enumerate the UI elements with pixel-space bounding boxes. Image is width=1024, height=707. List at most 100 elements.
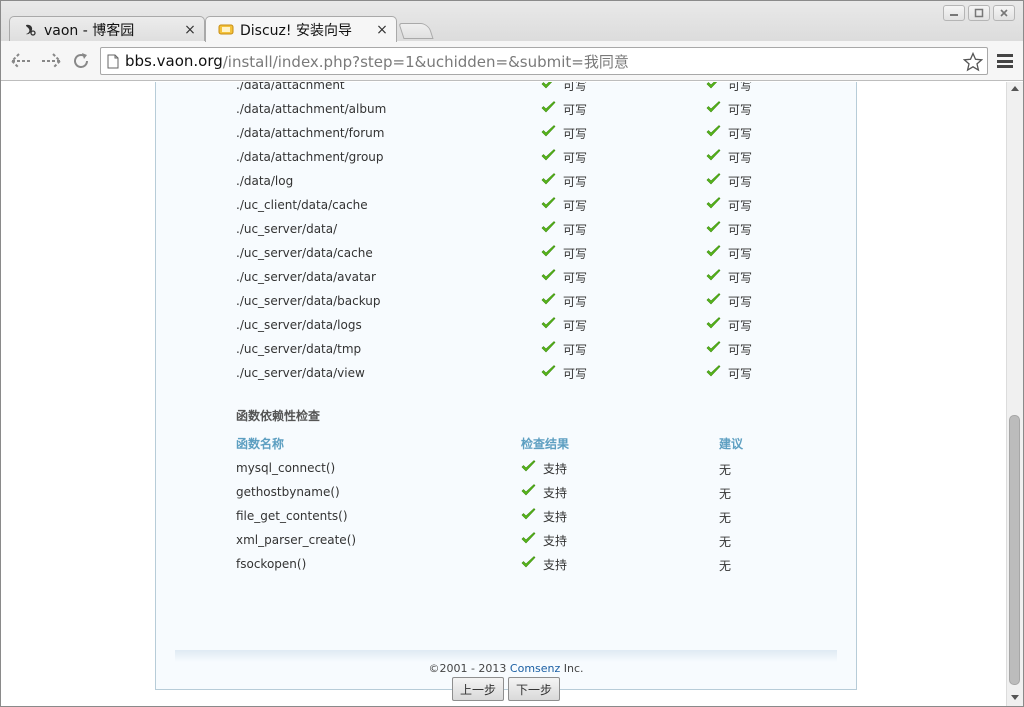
footer-suffix: Inc. [560,662,584,675]
dir-path: ./data/attachment/group [236,150,384,164]
current-status: 可写 [541,145,587,167]
result-text: 支持 [543,534,568,548]
tab-title: vaon - 博客园 [44,22,135,39]
status-text: 可写 [563,247,588,261]
check-icon [706,269,722,283]
check-icon [706,125,722,139]
current-status: 可写 [541,121,587,143]
status-text: 可写 [563,82,588,93]
check-icon [521,508,537,522]
table-row: xml_parser_create() 支持 无 [236,528,836,552]
check-icon [521,556,537,570]
check-icon [541,317,557,331]
required-status: 可写 [706,145,752,167]
function-name: mysql_connect() [236,461,336,475]
check-icon [541,197,557,211]
scrollbar-thumb[interactable] [1009,415,1020,685]
status-text: 可写 [563,103,588,117]
close-icon[interactable]: × [374,22,390,38]
check-icon [541,365,557,379]
check-icon [521,460,537,474]
status-text: 可写 [563,295,588,309]
function-advice: 无 [719,463,732,477]
forward-button[interactable] [39,50,63,72]
table-row: ./data/attachment/forum 可写 可写 [236,121,836,145]
dir-path: ./uc_server/data/cache [236,246,373,260]
tab-discuz[interactable]: Discuz! 安装向导 × [205,16,397,42]
menu-icon[interactable] [997,52,1013,70]
url-host: bbs.vaon.org [125,52,223,70]
status-text: 可写 [728,295,753,309]
new-tab-button[interactable] [398,23,434,39]
footer-brand-link[interactable]: Comsenz [510,662,560,675]
reload-button[interactable] [69,50,93,72]
tab-strip: vaon - 博客园 × Discuz! 安装向导 × [1,1,1023,42]
tab-vaon[interactable]: vaon - 博客园 × [9,16,205,42]
status-text: 可写 [728,367,753,381]
minimize-button[interactable] [943,5,965,21]
result-text: 支持 [543,558,568,572]
table-row: fsockopen() 支持 无 [236,552,836,576]
dir-path: ./data/attachment [236,82,345,92]
check-icon [541,269,557,283]
check-icon [706,197,722,211]
status-text: 可写 [728,199,753,213]
required-status: 可写 [706,265,752,287]
maximize-button[interactable] [968,5,990,21]
function-check-title: 函数依赖性检查 [236,409,321,423]
table-row: ./uc_server/data/view 可写 可写 [236,361,836,385]
dir-path: ./uc_server/data/view [236,366,365,380]
result-text: 支持 [543,510,568,524]
browser-toolbar: bbs.vaon.org/install/index.php?step=1&uc… [1,41,1023,81]
check-icon [706,245,722,259]
dir-path: ./data/log [236,174,294,188]
check-icon [706,149,722,163]
status-text: 可写 [563,319,588,333]
table-row: ./data/attachment 可写 可写 [236,82,836,97]
check-icon [541,221,557,235]
required-status: 可写 [706,313,752,335]
footer-copyright: ©2001 - 2013 [428,662,510,675]
table-row: ./uc_server/data/avatar 可写 可写 [236,265,836,289]
check-icon [521,532,537,546]
table-row: ./uc_server/data/可写 可写 [236,217,836,241]
function-name: gethostbyname() [236,485,340,499]
status-text: 可写 [728,175,753,189]
check-icon [706,293,722,307]
table-row: file_get_contents() 支持 无 [236,504,836,528]
dir-path: ./uc_server/data/avatar [236,270,376,284]
check-icon [706,173,722,187]
url-path: /install/index.php?step=1&uchidden=&subm… [222,52,629,71]
table-row: ./data/log 可写 可写 [236,169,836,193]
check-icon [541,245,557,259]
address-bar[interactable]: bbs.vaon.org/install/index.php?step=1&uc… [100,47,988,75]
table-row: ./uc_server/data/tmp 可写 可写 [236,337,836,361]
prev-step-button[interactable]: 上一步 [452,677,504,701]
status-text: 可写 [728,103,753,117]
install-panel: ./data/attachment 可写 可写 ./data/attachment/a… [155,82,857,701]
scroll-up-arrow-icon[interactable] [1011,86,1019,91]
scroll-down-arrow-icon[interactable] [1011,695,1019,700]
current-status: 可写 [541,169,587,191]
close-icon[interactable]: × [182,22,198,38]
current-status: 可写 [541,82,587,95]
status-text: 可写 [563,199,588,213]
status-text: 可写 [728,151,753,165]
check-icon [706,221,722,235]
table-row: ./data/attachment/group 可写 可写 [236,145,836,169]
check-icon [706,317,722,331]
check-icon [541,82,557,91]
check-icon [706,341,722,355]
table-row: ./uc_server/data/backup 可写 可写 [236,289,836,313]
back-button[interactable] [9,50,33,72]
next-step-button[interactable]: 下一步 [508,677,560,701]
current-status: 可写 [541,265,587,287]
current-status: 可写 [541,289,587,311]
bookmark-star-icon[interactable] [962,51,984,76]
function-result: 支持 [521,480,567,502]
status-text: 可写 [728,127,753,141]
page-viewport: ./data/attachment 可写 可写 ./data/attachment/a… [1,82,1006,706]
vertical-scrollbar[interactable] [1006,82,1023,706]
close-window-button[interactable] [993,5,1015,21]
status-text: 可写 [728,247,753,261]
